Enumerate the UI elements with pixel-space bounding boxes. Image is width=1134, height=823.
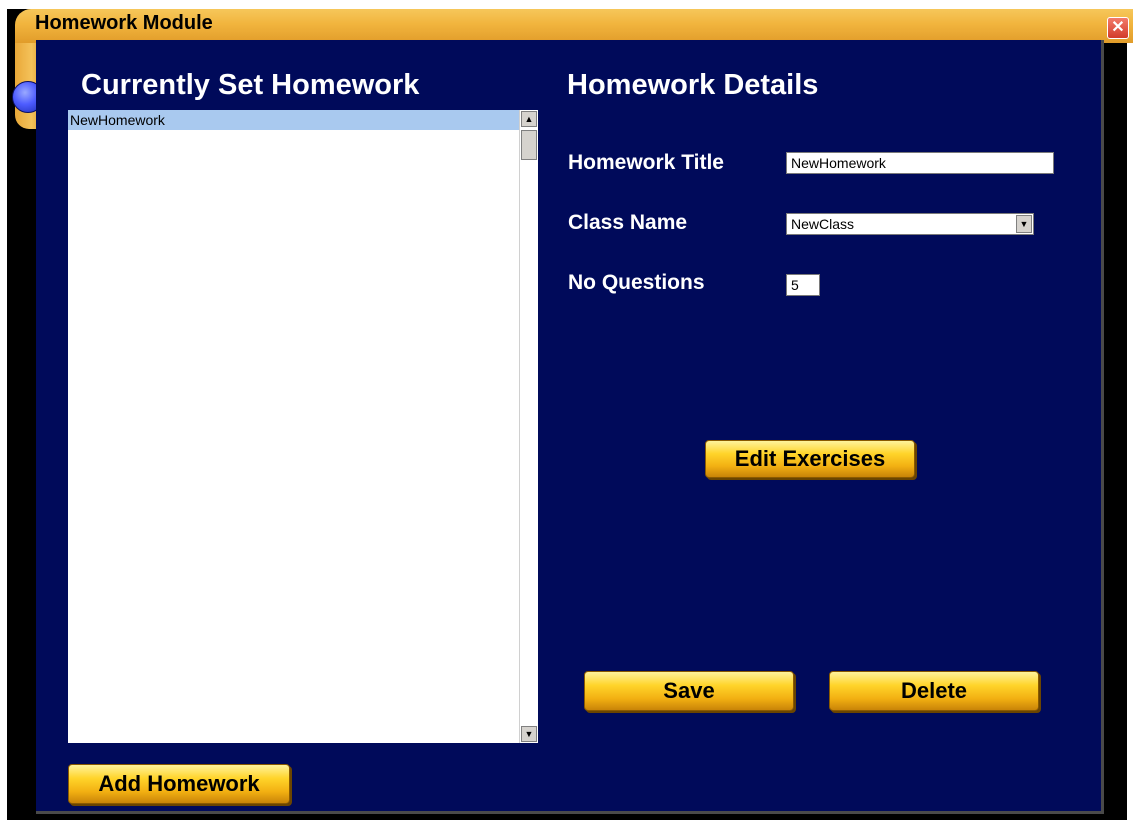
homework-list-heading: Currently Set Homework — [81, 69, 420, 101]
no-questions-input[interactable]: 5 — [786, 274, 820, 296]
scroll-down-icon[interactable]: ▼ — [521, 726, 537, 742]
no-questions-label: No Questions — [568, 271, 705, 294]
close-icon[interactable]: ✕ — [1107, 17, 1129, 39]
class-name-value: NewClass — [791, 216, 855, 232]
scroll-up-icon[interactable]: ▲ — [521, 111, 537, 127]
add-homework-button[interactable]: Add Homework — [68, 764, 290, 804]
homework-title-label: Homework Title — [568, 151, 724, 174]
title-bar[interactable]: Homework Module ✕ — [15, 9, 1133, 43]
save-button[interactable]: Save — [584, 671, 794, 711]
chevron-down-icon[interactable]: ▼ — [1016, 215, 1032, 233]
homework-list[interactable]: NewHomework ▲ ▼ — [68, 110, 538, 743]
homework-details-heading: Homework Details — [567, 69, 819, 101]
window-title: Homework Module — [35, 12, 213, 34]
scroll-thumb[interactable] — [521, 130, 537, 160]
list-item[interactable]: NewHomework — [68, 110, 520, 130]
delete-button[interactable]: Delete — [829, 671, 1039, 711]
edit-exercises-button[interactable]: Edit Exercises — [705, 440, 915, 478]
list-scrollbar[interactable]: ▲ ▼ — [519, 110, 538, 743]
class-name-label: Class Name — [568, 211, 688, 234]
class-name-select[interactable]: NewClass ▼ — [786, 213, 1034, 235]
homework-title-input[interactable]: NewHomework — [786, 152, 1054, 174]
